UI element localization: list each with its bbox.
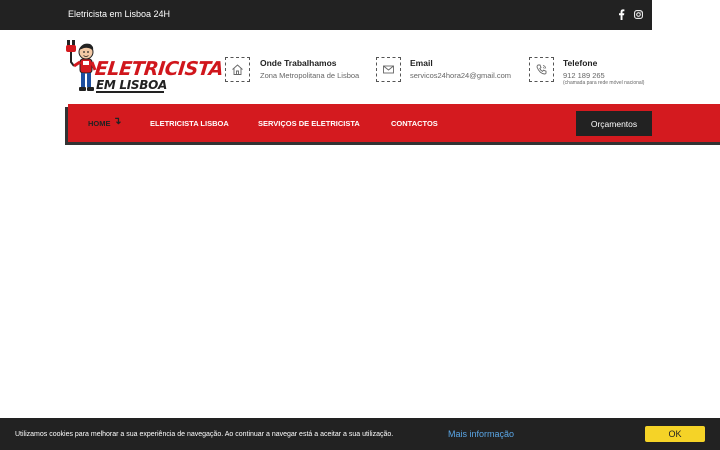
location-value: Zona Metropolitana de Lisboa: [260, 71, 360, 80]
facebook-icon[interactable]: [615, 8, 627, 20]
cookie-more-info-link[interactable]: Mais informação: [448, 429, 514, 439]
nav-item-contactos[interactable]: CONTACTOS: [391, 119, 438, 128]
site-tagline: Eletricista em Lisboa 24H: [68, 9, 171, 19]
location-title: Onde Trabalhamos: [260, 58, 337, 68]
cookie-message: Utilizamos cookies para melhorar a sua e…: [15, 431, 394, 438]
envelope-icon: [376, 57, 401, 82]
arrow-down-icon: ↴: [113, 116, 122, 127]
email-title: Email: [410, 58, 433, 68]
nav-item-servicos[interactable]: SERVIÇOS DE ELETRICISTA: [258, 119, 360, 128]
phone-link[interactable]: 912 189 265: [563, 71, 605, 80]
cookie-accept-button[interactable]: OK: [645, 426, 705, 442]
page: Eletricista em Lisboa 24H ELETRICISTA EM…: [0, 0, 720, 450]
electrician-mascot-icon: [66, 40, 97, 91]
nav-item-eletricista-lisboa[interactable]: ELETRICISTA LISBOA: [150, 119, 229, 128]
phone-note: (chamada para rede móvel nacional): [563, 80, 645, 86]
home-icon: [225, 57, 250, 82]
nav-item-home[interactable]: HOME: [88, 119, 111, 128]
logo-text-secondary: EM LISBOA: [96, 78, 168, 92]
logo-underline: [96, 91, 164, 93]
phone-title: Telefone: [563, 58, 598, 68]
email-link[interactable]: servicos24hora24@gmail.com: [410, 71, 511, 80]
quote-button[interactable]: Orçamentos: [576, 111, 652, 136]
phone-icon: [529, 57, 554, 82]
instagram-icon[interactable]: [632, 8, 644, 20]
logo-text-primary: ELETRICISTA: [93, 58, 225, 80]
